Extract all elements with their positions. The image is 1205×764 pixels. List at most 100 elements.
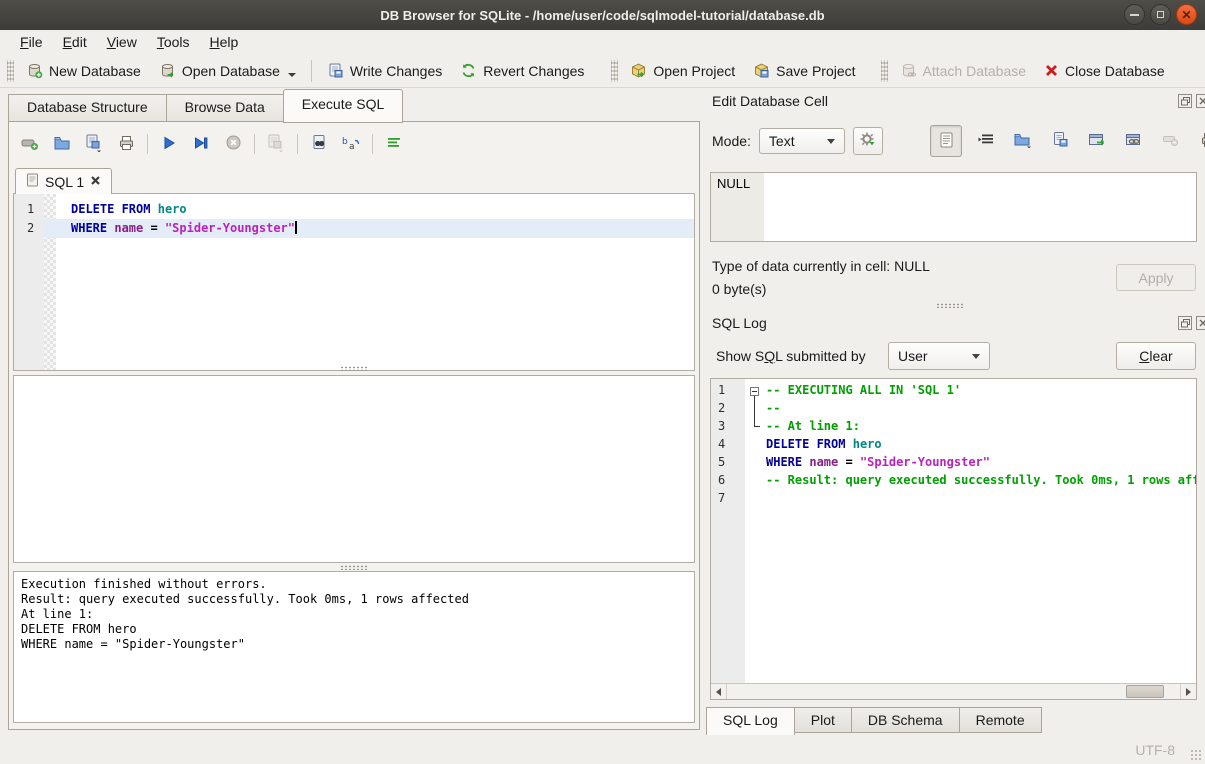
save-sql-file-button[interactable]: [81, 132, 107, 156]
code-line[interactable]: 5WHERE name = "Spider-Youngster": [711, 453, 1196, 471]
toolbar-grip[interactable]: [7, 60, 14, 82]
code-line[interactable]: 2--: [711, 399, 1196, 417]
open-database-dropdown-caret[interactable]: [288, 73, 296, 77]
new-tab-button[interactable]: [17, 132, 43, 156]
print-cell-button[interactable]: [1195, 129, 1205, 153]
sql-log-pane[interactable]: 1-- EXECUTING ALL IN 'SQL 1'2--3-- At li…: [710, 378, 1197, 700]
export-cell-button[interactable]: [1047, 129, 1073, 153]
fold-marker[interactable]: [750, 387, 759, 396]
import-cell-button[interactable]: [1010, 129, 1036, 153]
find-button[interactable]: [306, 132, 332, 156]
sql-tab[interactable]: SQL 1: [15, 168, 112, 194]
tab-sql-log[interactable]: SQL Log: [706, 707, 795, 735]
mode-label: Mode:: [712, 133, 751, 149]
indent-button[interactable]: [973, 129, 999, 153]
db-browser-window: DB Browser for SQLite - /home/user/code/…: [0, 0, 1205, 764]
attach-database-button[interactable]: Attach Database: [891, 58, 1036, 83]
save-results-button[interactable]: [263, 132, 289, 156]
sql-editor-code[interactable]: 1DELETE FROM hero2WHERE name = "Spider-Y…: [14, 194, 694, 371]
resize-grip[interactable]: [1190, 749, 1202, 761]
open-sql-file-button[interactable]: [49, 132, 75, 156]
auto-apply-button[interactable]: [853, 127, 883, 155]
open-database-button[interactable]: Open Database: [150, 58, 305, 83]
save-project-button[interactable]: Save Project: [744, 58, 864, 83]
open-project-button[interactable]: Open Project: [621, 58, 744, 83]
dock-float-button[interactable]: [1178, 94, 1192, 108]
encoding-indicator: UTF-8: [1135, 742, 1175, 758]
close-button[interactable]: ✕: [1176, 4, 1197, 25]
format-lines-button[interactable]: [381, 132, 407, 156]
sql-editor-pane[interactable]: 1DELETE FROM hero2WHERE name = "Spider-Y…: [13, 193, 695, 371]
execution-message-pane[interactable]: Execution finished without errors.Result…: [13, 571, 695, 723]
stop-button[interactable]: [220, 132, 246, 156]
line-number: 1: [14, 200, 44, 219]
cell-editor[interactable]: NULL: [710, 172, 1197, 242]
line-number: 2: [711, 399, 745, 417]
tab-db-schema[interactable]: DB Schema: [852, 707, 960, 733]
scroll-right-button[interactable]: [1180, 684, 1196, 699]
scrollbar-track[interactable]: [727, 684, 1180, 699]
open-project-icon: [630, 62, 647, 79]
clear-button[interactable]: Clear: [1116, 342, 1196, 370]
splitter-handle[interactable]: [340, 366, 368, 371]
toolbar-grip[interactable]: [611, 60, 618, 82]
format-lines-icon: [386, 136, 402, 153]
horizontal-scrollbar[interactable]: [711, 683, 1196, 699]
code-line[interactable]: 2WHERE name = "Spider-Youngster": [14, 219, 694, 238]
sql-log-code[interactable]: 1-- EXECUTING ALL IN 'SQL 1'2--3-- At li…: [711, 379, 1196, 700]
menu-file[interactable]: File: [10, 32, 53, 52]
auto-format-button[interactable]: ba: [338, 132, 364, 156]
scroll-left-button[interactable]: [711, 684, 727, 699]
copy-link-button[interactable]: [1121, 129, 1147, 153]
write-changes-button[interactable]: Write Changes: [318, 58, 451, 83]
tab-execute-sql[interactable]: Execute SQL: [283, 89, 404, 123]
code-line[interactable]: 1DELETE FROM hero: [14, 200, 694, 219]
menu-view[interactable]: View: [97, 32, 147, 52]
dock-splitter-handle[interactable]: [936, 303, 964, 308]
tab-remote[interactable]: Remote: [960, 707, 1042, 733]
cell-mode-row: Mode: Text: [712, 126, 883, 156]
code-line[interactable]: 7: [711, 489, 1196, 507]
code-line[interactable]: 3-- At line 1:: [711, 417, 1196, 435]
code-line[interactable]: 4DELETE FROM hero: [711, 435, 1196, 453]
menu-edit[interactable]: Edit: [53, 32, 97, 52]
minimize-button[interactable]: [1124, 4, 1145, 25]
new-database-button[interactable]: New Database: [17, 58, 150, 83]
message-line: Result: query executed successfully. Too…: [21, 592, 687, 607]
line-number: 7: [711, 489, 745, 507]
results-pane[interactable]: [13, 375, 695, 563]
titlebar[interactable]: DB Browser for SQLite - /home/user/code/…: [0, 0, 1205, 31]
open-external-button[interactable]: [1084, 129, 1110, 153]
link-icon: [1125, 132, 1143, 151]
menu-help[interactable]: Help: [200, 32, 249, 52]
toolbar-grip[interactable]: [881, 60, 888, 82]
menu-tools[interactable]: Tools: [147, 32, 200, 52]
mode-combobox[interactable]: Text: [759, 128, 845, 154]
revert-changes-icon: [460, 62, 477, 79]
execute-all-button[interactable]: [156, 132, 182, 156]
scrollbar-thumb[interactable]: [1126, 685, 1164, 698]
splitter-handle[interactable]: [340, 565, 368, 570]
dock-close-button[interactable]: [1196, 94, 1205, 108]
close-database-button[interactable]: Close Database: [1035, 59, 1174, 83]
text-mode-button[interactable]: [930, 125, 962, 157]
set-null-button[interactable]: [1158, 129, 1184, 153]
tab-plot[interactable]: Plot: [795, 707, 852, 733]
dock-float-button[interactable]: [1178, 316, 1192, 330]
code-line[interactable]: 6-- Result: query executed successfully.…: [711, 471, 1196, 489]
sql-tab-close-icon[interactable]: [90, 174, 101, 189]
apply-button[interactable]: Apply: [1116, 264, 1196, 291]
revert-changes-button[interactable]: Revert Changes: [451, 58, 593, 83]
maximize-button[interactable]: [1150, 4, 1171, 25]
stop-icon: [225, 134, 242, 154]
tab-database-structure[interactable]: Database Structure: [8, 94, 166, 122]
tab-browse-data[interactable]: Browse Data: [166, 94, 283, 122]
save-results-icon: [266, 134, 286, 155]
dock-close-button[interactable]: [1196, 316, 1205, 330]
execute-line-button[interactable]: [188, 132, 214, 156]
line-number: 5: [711, 453, 745, 471]
arrow-right-icon: [1186, 688, 1191, 696]
print-sql-button[interactable]: [113, 132, 139, 156]
filter-combobox[interactable]: User: [888, 342, 990, 370]
code-line[interactable]: 1-- EXECUTING ALL IN 'SQL 1': [711, 381, 1196, 399]
